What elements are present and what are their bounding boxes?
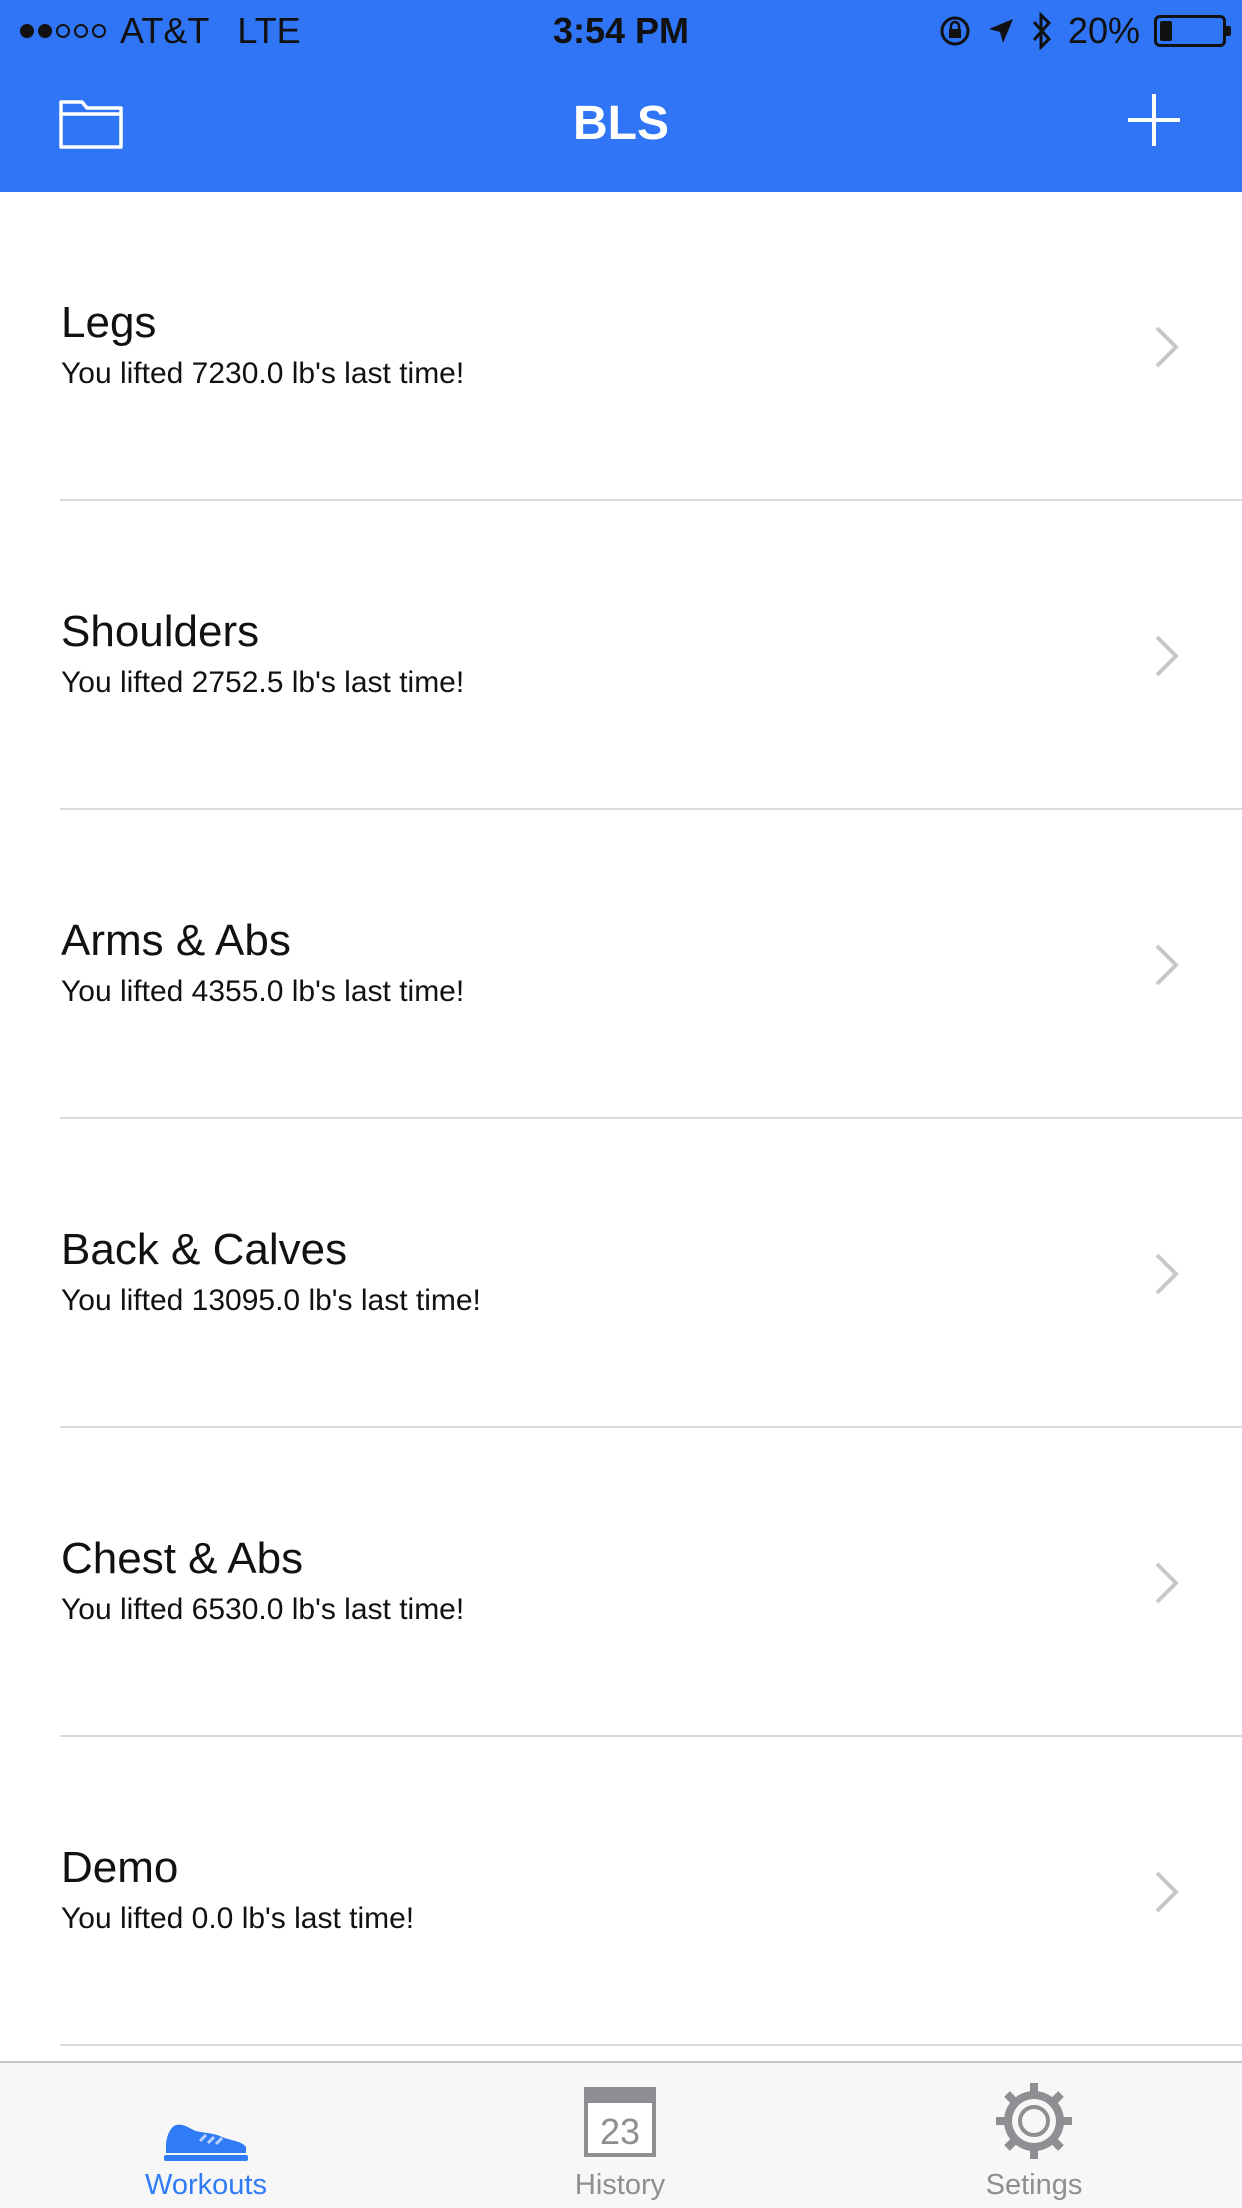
calendar-icon: 23 [584, 2087, 656, 2157]
workout-name: Legs [61, 298, 157, 347]
battery-percent: 20% [1067, 10, 1140, 51]
workout-list: Legs You lifted 7230.0 lb's last time! S… [0, 192, 1242, 2046]
tab-history[interactable]: 23 History [500, 2063, 740, 2208]
orientation-lock-icon [940, 16, 970, 46]
workout-name: Shoulders [61, 607, 260, 656]
chevron-right-icon [1155, 326, 1179, 368]
workout-name: Demo [61, 1843, 179, 1892]
status-bar: AT&T LTE 3:54 PM 20% [0, 0, 1242, 60]
workout-name: Back & Calves [61, 1225, 348, 1274]
battery-fill [1160, 21, 1172, 41]
workout-subtitle: You lifted 7230.0 lb's last time! [61, 357, 465, 390]
location-arrow-icon [988, 19, 1013, 43]
sneaker-icon [164, 2124, 248, 2161]
calendar-day-text: 23 [600, 2111, 640, 2152]
tab-label: Workouts [145, 2169, 267, 2201]
tab-workouts[interactable]: Workouts [86, 2063, 326, 2208]
workout-name: Arms & Abs [61, 916, 291, 965]
tab-label: History [574, 2169, 666, 2201]
status-right: 20% [938, 10, 1231, 52]
tab-bar: Workouts 23 History Setings [0, 2061, 1242, 2208]
row-divider [60, 2044, 1242, 2046]
workout-row[interactable]: Chest & Abs You lifted 6530.0 lb's last … [0, 1428, 1242, 1737]
screen: AT&T LTE 3:54 PM 20% BLS Legs You lifted… [0, 0, 1242, 2208]
bluetooth-icon [1032, 12, 1051, 50]
tab-settings[interactable]: Setings [914, 2063, 1154, 2208]
page-title: BLS [573, 97, 669, 150]
workout-row[interactable]: Back & Calves You lifted 13095.0 lb's la… [0, 1119, 1242, 1428]
top-bar: AT&T LTE 3:54 PM 20% BLS [0, 0, 1242, 192]
chevron-right-icon [1155, 1253, 1179, 1295]
battery-icon [1154, 15, 1231, 47]
chevron-right-icon [1155, 944, 1179, 986]
chevron-right-icon [1155, 635, 1179, 677]
workout-subtitle: You lifted 0.0 lb's last time! [61, 1902, 415, 1935]
workout-subtitle: You lifted 2752.5 lb's last time! [61, 666, 465, 699]
plus-icon [1128, 94, 1180, 146]
workout-name: Chest & Abs [61, 1534, 304, 1583]
workout-row[interactable]: Arms & Abs You lifted 4355.0 lb's last t… [0, 810, 1242, 1119]
chevron-right-icon [1155, 1562, 1179, 1604]
workout-subtitle: You lifted 13095.0 lb's last time! [61, 1284, 481, 1317]
workout-subtitle: You lifted 6530.0 lb's last time! [61, 1593, 465, 1626]
add-workout-button[interactable] [1126, 92, 1182, 148]
workout-row[interactable]: Legs You lifted 7230.0 lb's last time! [0, 192, 1242, 501]
workout-row[interactable]: Shoulders You lifted 2752.5 lb's last ti… [0, 501, 1242, 810]
workout-row[interactable]: Demo You lifted 0.0 lb's last time! [0, 1737, 1242, 2046]
gear-icon [996, 2083, 1072, 2159]
navigation-bar: BLS [0, 60, 1242, 192]
tab-label: Setings [985, 2169, 1083, 2201]
chevron-right-icon [1155, 1871, 1179, 1913]
workout-subtitle: You lifted 4355.0 lb's last time! [61, 975, 465, 1008]
